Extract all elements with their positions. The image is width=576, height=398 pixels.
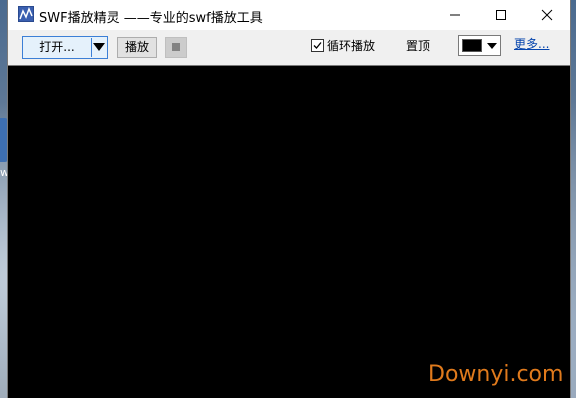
open-split-button[interactable]: 打开... [22, 36, 108, 59]
split-divider [91, 38, 92, 57]
watermark-text: Downyi.com [428, 362, 564, 387]
app-window: SWF播放精灵 ——专业的swf播放工具 打开... 播放 循环播放 置顶 更多… [7, 0, 571, 398]
checkmark-icon [313, 41, 322, 49]
maximize-button[interactable] [478, 0, 524, 30]
close-icon [541, 9, 553, 21]
loop-checkbox-group[interactable]: 循环播放 [311, 37, 375, 53]
background-color-picker[interactable] [458, 35, 501, 56]
play-button[interactable]: 播放 [117, 37, 157, 58]
open-button[interactable]: 打开... [23, 37, 91, 58]
close-button[interactable] [524, 0, 570, 30]
swf-app-icon [18, 6, 34, 22]
maximize-icon [496, 10, 506, 20]
topmost-toggle[interactable]: 置顶 [406, 37, 430, 54]
loop-label: 循环播放 [327, 38, 376, 53]
more-link[interactable]: 更多... [514, 35, 549, 52]
swf-playback-area[interactable] [8, 65, 570, 398]
toolbar: 打开... 播放 循环播放 置顶 更多... [8, 30, 570, 65]
window-title: SWF播放精灵 ——专业的swf播放工具 [39, 11, 263, 26]
dropdown-arrow-icon[interactable] [93, 43, 105, 51]
minimize-icon [450, 14, 460, 16]
stop-icon [172, 43, 180, 51]
color-swatch [462, 39, 482, 52]
stop-button[interactable] [165, 37, 187, 58]
title-bar[interactable]: SWF播放精灵 ——专业的swf播放工具 [8, 0, 570, 30]
minimize-button[interactable] [432, 0, 478, 30]
loop-checkbox[interactable] [311, 38, 324, 52]
chevron-down-icon [487, 43, 497, 49]
